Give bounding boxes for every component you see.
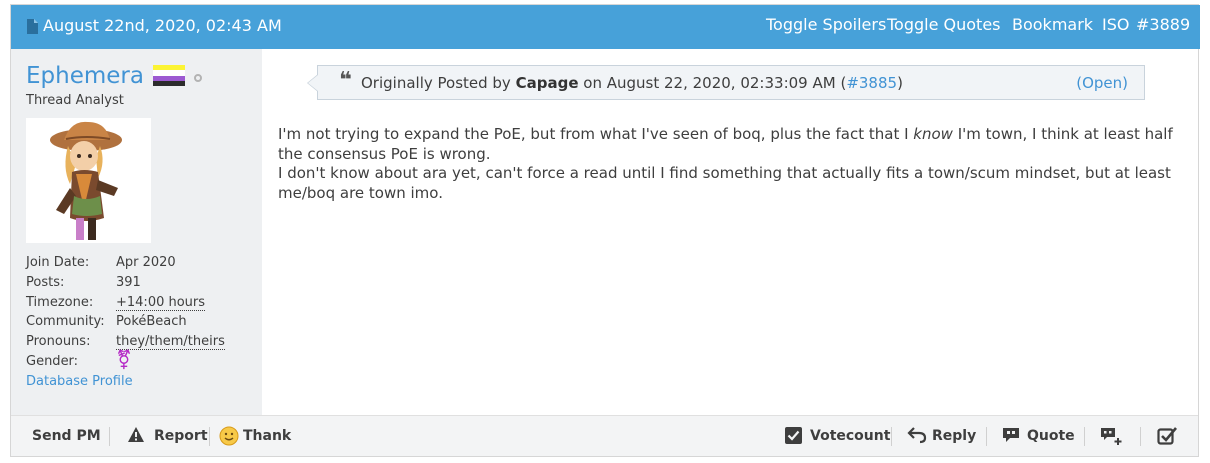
reply-button[interactable]: Reply <box>932 428 976 444</box>
forum-post: August 22nd, 2020, 02:43 AM Toggle Spoil… <box>10 4 1200 457</box>
quote-date: August 22, 2020, 02:33:09 AM <box>606 74 836 92</box>
community-label: Community: <box>26 314 105 329</box>
community-value: PokéBeach <box>116 314 187 329</box>
quote-post-link[interactable]: #3885 <box>846 74 897 92</box>
message-line: I'm not trying to expand the PoE, but fr… <box>278 125 1178 145</box>
flag-stripe <box>153 80 185 86</box>
post-date: August 22nd, 2020, 02:43 AM <box>43 16 282 35</box>
warning-icon <box>128 427 144 442</box>
multi-quote-add-icon[interactable] <box>1100 426 1122 446</box>
transgender-symbol-icon: ⚧ <box>116 349 132 371</box>
quote-on: on <box>583 74 602 92</box>
message-emphasis: know <box>913 125 953 143</box>
quote-button[interactable]: Quote <box>1027 428 1075 444</box>
bookmark-link[interactable]: Bookmark <box>1012 15 1093 34</box>
divider <box>1140 427 1141 446</box>
divider <box>891 427 892 446</box>
divider <box>209 427 210 446</box>
divider <box>109 427 110 446</box>
message-text: I'm town, I think at least half <box>952 125 1173 143</box>
quote-mark-icon: ❝ <box>339 68 352 93</box>
avatar[interactable] <box>26 118 151 243</box>
post-message: I'm not trying to expand the PoE, but fr… <box>278 125 1178 203</box>
database-profile-link[interactable]: Database Profile <box>26 374 133 389</box>
message-text: I'm not trying to expand the PoE, but fr… <box>278 125 914 143</box>
quote-bubble-icon <box>1003 428 1019 442</box>
votecount-button[interactable]: Votecount <box>810 428 890 444</box>
join-date-label: Join Date: <box>26 255 90 270</box>
post-footer: Send PM Report Thank Votecount Reply Quo… <box>11 415 1198 456</box>
user-sidebar: Ephemera Thread Analyst Join Date: Apr 2… <box>11 49 262 415</box>
post-number-link[interactable]: #3889 <box>1136 15 1190 34</box>
join-date-value: Apr 2020 <box>116 255 176 270</box>
thank-button[interactable]: Thank <box>243 428 291 444</box>
toggle-spoilers-link[interactable]: Toggle Spoilers <box>766 15 886 34</box>
send-pm-button[interactable]: Send PM <box>32 428 101 444</box>
pronouns-value[interactable]: they/them/theirs <box>116 334 225 350</box>
quote-open-link[interactable]: (Open) <box>1076 74 1128 92</box>
user-title: Thread Analyst <box>26 93 124 108</box>
post-header: August 22nd, 2020, 02:43 AM Toggle Spoil… <box>11 5 1200 49</box>
divider <box>986 427 987 446</box>
divider <box>1084 427 1085 446</box>
votecount-checkbox-icon <box>785 427 802 444</box>
toggle-quotes-link[interactable]: Toggle Quotes <box>887 15 1001 34</box>
select-post-checkbox-icon[interactable] <box>1157 426 1178 445</box>
timezone-label: Timezone: <box>26 295 94 310</box>
message-line: the consensus PoE is wrong. <box>278 144 491 163</box>
gender-label: Gender: <box>26 354 79 369</box>
offline-status-icon <box>194 74 202 82</box>
report-button[interactable]: Report <box>154 428 208 444</box>
username-link[interactable]: Ephemera <box>26 63 144 89</box>
posts-label: Posts: <box>26 275 65 290</box>
quote-attribution: Originally Posted by Capage on August 22… <box>361 74 903 92</box>
nonbinary-flag-icon <box>153 65 185 86</box>
quote-author: Capage <box>515 74 579 92</box>
reply-arrow-icon <box>907 427 927 444</box>
timezone-value[interactable]: +14:00 hours <box>116 295 206 311</box>
thank-smiley-icon <box>219 426 239 446</box>
message-line: I don't know about ara yet, can't force … <box>278 164 1171 182</box>
avatar-image <box>26 118 151 243</box>
message-line: me/boq are town imo. <box>278 183 443 202</box>
quote-prefix: Originally Posted by <box>361 74 511 92</box>
document-icon <box>27 19 38 34</box>
posts-value: 391 <box>116 275 141 290</box>
quote-header: ❝ Originally Posted by Capage on August … <box>307 65 1145 100</box>
pronouns-label: Pronouns: <box>26 334 91 349</box>
iso-link[interactable]: ISO <box>1102 15 1129 34</box>
